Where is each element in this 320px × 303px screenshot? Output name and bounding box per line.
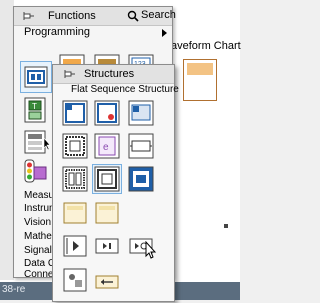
hovered-item-label: Flat Sequence Structure — [71, 84, 179, 95]
mouse-cursor-icon — [145, 241, 157, 259]
structures-palette-title: Structures — [84, 68, 135, 80]
event-structure-icon[interactable]: e — [93, 132, 121, 160]
timed-structure-icon[interactable] — [127, 99, 155, 127]
svg-text:e: e — [103, 142, 109, 153]
shared-variable-icon[interactable] — [93, 275, 121, 303]
expand-arrow-icon — [162, 29, 167, 37]
feedback-node-icon[interactable] — [61, 232, 89, 260]
structures-icon[interactable] — [20, 61, 52, 93]
search-label: Search — [141, 9, 176, 21]
for-loop-icon[interactable] — [61, 99, 89, 127]
search-icon — [127, 10, 139, 22]
boolean-icon[interactable]: T — [20, 95, 50, 125]
programming-category[interactable]: Programming — [14, 26, 172, 40]
case-structure-icon[interactable] — [61, 132, 89, 160]
stacked-sequence-icon[interactable] — [92, 164, 122, 194]
pin-icon[interactable] — [23, 11, 35, 21]
functions-palette-titlebar[interactable]: Functions Search — [14, 7, 176, 26]
in-place-element-icon[interactable] — [127, 165, 155, 193]
waveform-chart-terminal[interactable] — [183, 59, 217, 101]
waveform-chart-label[interactable]: aveform Chart — [171, 40, 241, 52]
search-button[interactable]: Search — [125, 9, 176, 23]
mouse-cursor-icon — [43, 137, 51, 151]
svg-text:T: T — [32, 102, 37, 111]
mathscript-icon[interactable] — [61, 266, 89, 294]
window-left-edge — [0, 0, 14, 280]
taskbar-item-label[interactable]: 38-re — [2, 284, 25, 295]
pin-icon[interactable] — [64, 69, 76, 79]
structures-palette-titlebar[interactable]: Structures — [53, 65, 174, 84]
diagram-dot — [224, 224, 228, 228]
local-variable-icon[interactable] — [61, 199, 89, 227]
shift-register-icon[interactable] — [93, 232, 121, 260]
flat-sequence-icon[interactable] — [61, 165, 89, 193]
while-loop-icon[interactable] — [93, 99, 121, 127]
functions-palette-title: Functions — [48, 10, 96, 22]
dialog-icon[interactable] — [20, 157, 50, 187]
global-variable-icon[interactable] — [93, 199, 121, 227]
category-label: Programming — [24, 26, 91, 38]
diagram-disable-icon[interactable] — [127, 132, 155, 160]
structures-palette: Structures Flat Sequence Structure e — [52, 64, 179, 303]
